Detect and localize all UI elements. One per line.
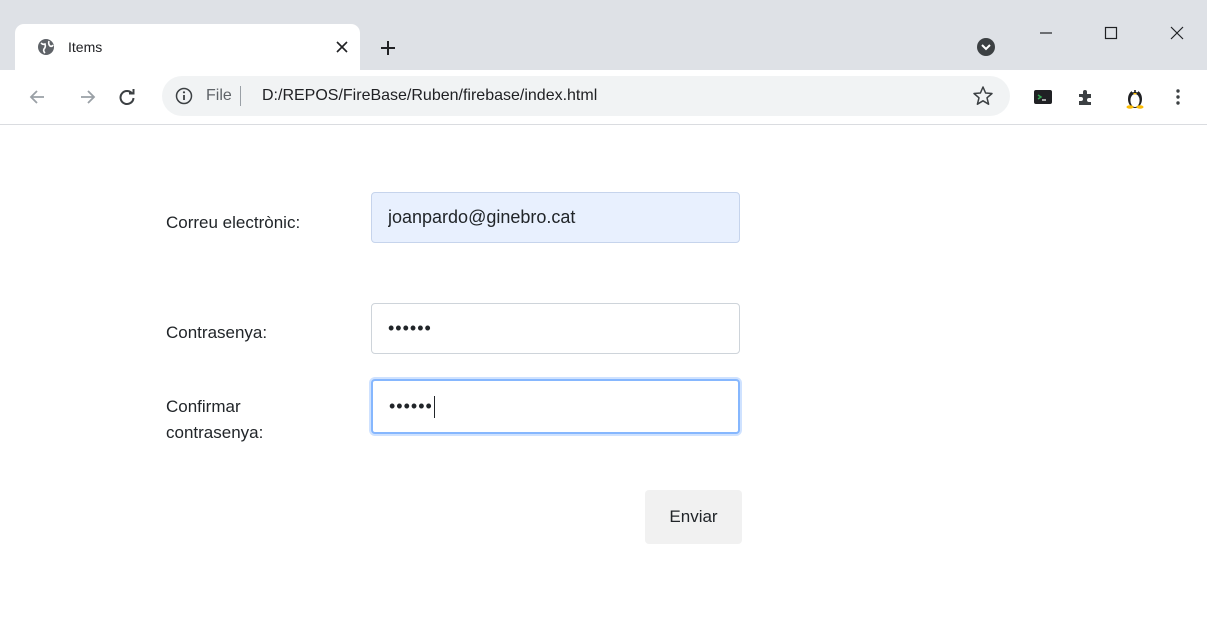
submit-button[interactable]: Enviar [645, 490, 742, 544]
confirm-password-masked-value: •••••• [389, 396, 433, 416]
url-scheme: File [206, 87, 232, 104]
reload-icon[interactable] [114, 84, 140, 110]
puzzle-extensions-icon[interactable] [1073, 85, 1097, 109]
minimize-icon[interactable] [1031, 18, 1061, 48]
url-text[interactable]: D:/REPOS/FireBase/Ruben/firebase/index.h… [262, 87, 597, 105]
browser-toolbar: File D:/REPOS/FireBase/Ruben/firebase/in… [0, 70, 1207, 125]
tab-strip: Items [0, 0, 1207, 70]
tab-search-icon[interactable] [976, 37, 996, 57]
forward-icon[interactable] [75, 84, 101, 110]
scheme-divider [240, 86, 241, 106]
menu-kebab-icon[interactable] [1166, 85, 1190, 109]
info-icon[interactable] [175, 87, 193, 105]
terminal-extension-icon[interactable] [1031, 85, 1055, 109]
back-icon[interactable] [24, 84, 50, 110]
linux-penguin-icon[interactable] [1123, 85, 1147, 109]
confirm-password-label: Confirmar contrasenya: [166, 397, 264, 442]
tab-close-icon[interactable] [331, 36, 353, 58]
address-bar[interactable]: File D:/REPOS/FireBase/Ruben/firebase/in… [162, 76, 1010, 116]
tab-items[interactable]: Items [15, 24, 360, 70]
close-window-icon[interactable] [1162, 18, 1192, 48]
tab-title: Items [68, 39, 103, 55]
globe-icon [38, 39, 54, 55]
maximize-icon[interactable] [1096, 18, 1126, 48]
text-caret [433, 396, 436, 419]
email-label: Correu electrònic: [166, 213, 301, 232]
new-tab-icon[interactable] [375, 35, 401, 61]
email-field[interactable] [371, 192, 740, 243]
password-field[interactable]: •••••• [371, 303, 740, 354]
confirm-password-field[interactable]: •••••• [371, 379, 740, 434]
bookmark-star-icon[interactable] [972, 85, 994, 107]
password-label: Contrasenya: [166, 323, 268, 342]
password-masked-value: •••••• [388, 318, 432, 338]
